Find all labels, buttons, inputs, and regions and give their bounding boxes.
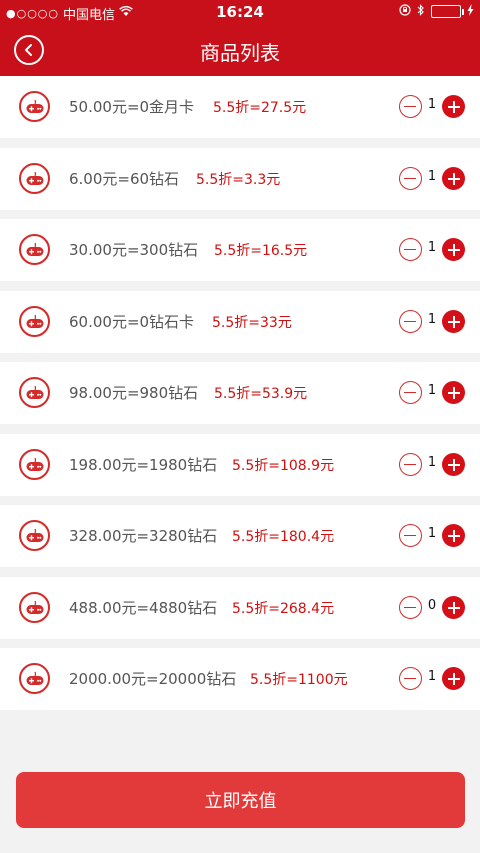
item-name: 30.00元=300钻石: [69, 241, 199, 259]
item-name: 98.00元=980钻石: [69, 384, 199, 402]
item-name: 50.00元=0金月卡: [69, 98, 195, 116]
item-quantity: 1: [427, 169, 437, 184]
item-price: 5.5折=3.3元: [196, 172, 281, 188]
increase-quantity-button[interactable]: [442, 238, 465, 261]
item-price: 5.5折=108.9元: [232, 458, 335, 474]
item-quantity: 1: [427, 240, 437, 255]
page-title: 商品列表: [200, 41, 280, 65]
list-item: 60.00元=0钻石卡 5.5折=33元 1: [0, 291, 480, 353]
list-item: 50.00元=0金月卡 5.5折=27.5元 1: [0, 76, 480, 138]
item-price: 5.5折=27.5元: [213, 100, 307, 116]
status-bar: ●○○○○ 中国电信 16:24: [0, 0, 480, 24]
decrease-quantity-button[interactable]: [399, 453, 422, 476]
gamepad-icon: [19, 520, 50, 551]
decrease-quantity-button[interactable]: [399, 95, 422, 118]
item-price: 5.5折=16.5元: [214, 243, 308, 259]
item-name: 198.00元=1980钻石: [69, 456, 218, 474]
gamepad-icon: [19, 163, 50, 194]
decrease-quantity-button[interactable]: [399, 381, 422, 404]
item-name: 60.00元=0钻石卡: [69, 313, 195, 331]
list-item: 328.00元=3280钻石 5.5折=180.4元 1: [0, 505, 480, 567]
increase-quantity-button[interactable]: [442, 167, 465, 190]
item-name: 328.00元=3280钻石: [69, 527, 218, 545]
item-quantity: 1: [427, 455, 437, 470]
list-item: 30.00元=300钻石 5.5折=16.5元 1: [0, 219, 480, 281]
list-item: 6.00元=60钻石 5.5折=3.3元 1: [0, 148, 480, 210]
decrease-quantity-button[interactable]: [399, 524, 422, 547]
item-quantity: 1: [427, 312, 437, 327]
battery-icon: [431, 5, 464, 18]
gamepad-icon: [19, 449, 50, 480]
item-price: 5.5折=1100元: [250, 672, 348, 688]
recharge-button[interactable]: 立即充值: [16, 772, 465, 828]
increase-quantity-button[interactable]: [442, 453, 465, 476]
list-item: 2000.00元=20000钻石 5.5折=1100元 1: [0, 648, 480, 710]
gamepad-icon: [19, 234, 50, 265]
list-item: 198.00元=1980钻石 5.5折=108.9元 1: [0, 434, 480, 496]
gamepad-icon: [19, 592, 50, 623]
list-item: 98.00元=980钻石 5.5折=53.9元 1: [0, 362, 480, 424]
decrease-quantity-button[interactable]: [399, 310, 422, 333]
increase-quantity-button[interactable]: [442, 596, 465, 619]
item-quantity: 0: [427, 598, 437, 613]
increase-quantity-button[interactable]: [442, 310, 465, 333]
gamepad-icon: [19, 91, 50, 122]
item-price: 5.5折=268.4元: [232, 601, 335, 617]
decrease-quantity-button[interactable]: [399, 238, 422, 261]
decrease-quantity-button[interactable]: [399, 667, 422, 690]
bluetooth-icon: [417, 4, 425, 19]
increase-quantity-button[interactable]: [442, 524, 465, 547]
item-quantity: 1: [427, 669, 437, 684]
item-name: 2000.00元=20000钻石: [69, 670, 237, 688]
item-price: 5.5折=180.4元: [232, 529, 335, 545]
list-item: 488.00元=4880钻石 5.5折=268.4元 0: [0, 577, 480, 639]
item-price: 5.5折=33元: [212, 315, 292, 331]
charging-icon: [467, 4, 474, 19]
item-name: 488.00元=4880钻石: [69, 599, 218, 617]
item-quantity: 1: [427, 97, 437, 112]
gamepad-icon: [19, 306, 50, 337]
item-quantity: 1: [427, 383, 437, 398]
increase-quantity-button[interactable]: [442, 381, 465, 404]
gamepad-icon: [19, 663, 50, 694]
decrease-quantity-button[interactable]: [399, 596, 422, 619]
nav-bar: 商品列表: [0, 24, 480, 76]
item-quantity: 1: [427, 526, 437, 541]
item-price: 5.5折=53.9元: [214, 386, 308, 402]
decrease-quantity-button[interactable]: [399, 167, 422, 190]
increase-quantity-button[interactable]: [442, 667, 465, 690]
increase-quantity-button[interactable]: [442, 95, 465, 118]
gamepad-icon: [19, 377, 50, 408]
rotation-lock-icon: [399, 4, 411, 19]
item-name: 6.00元=60钻石: [69, 170, 180, 188]
